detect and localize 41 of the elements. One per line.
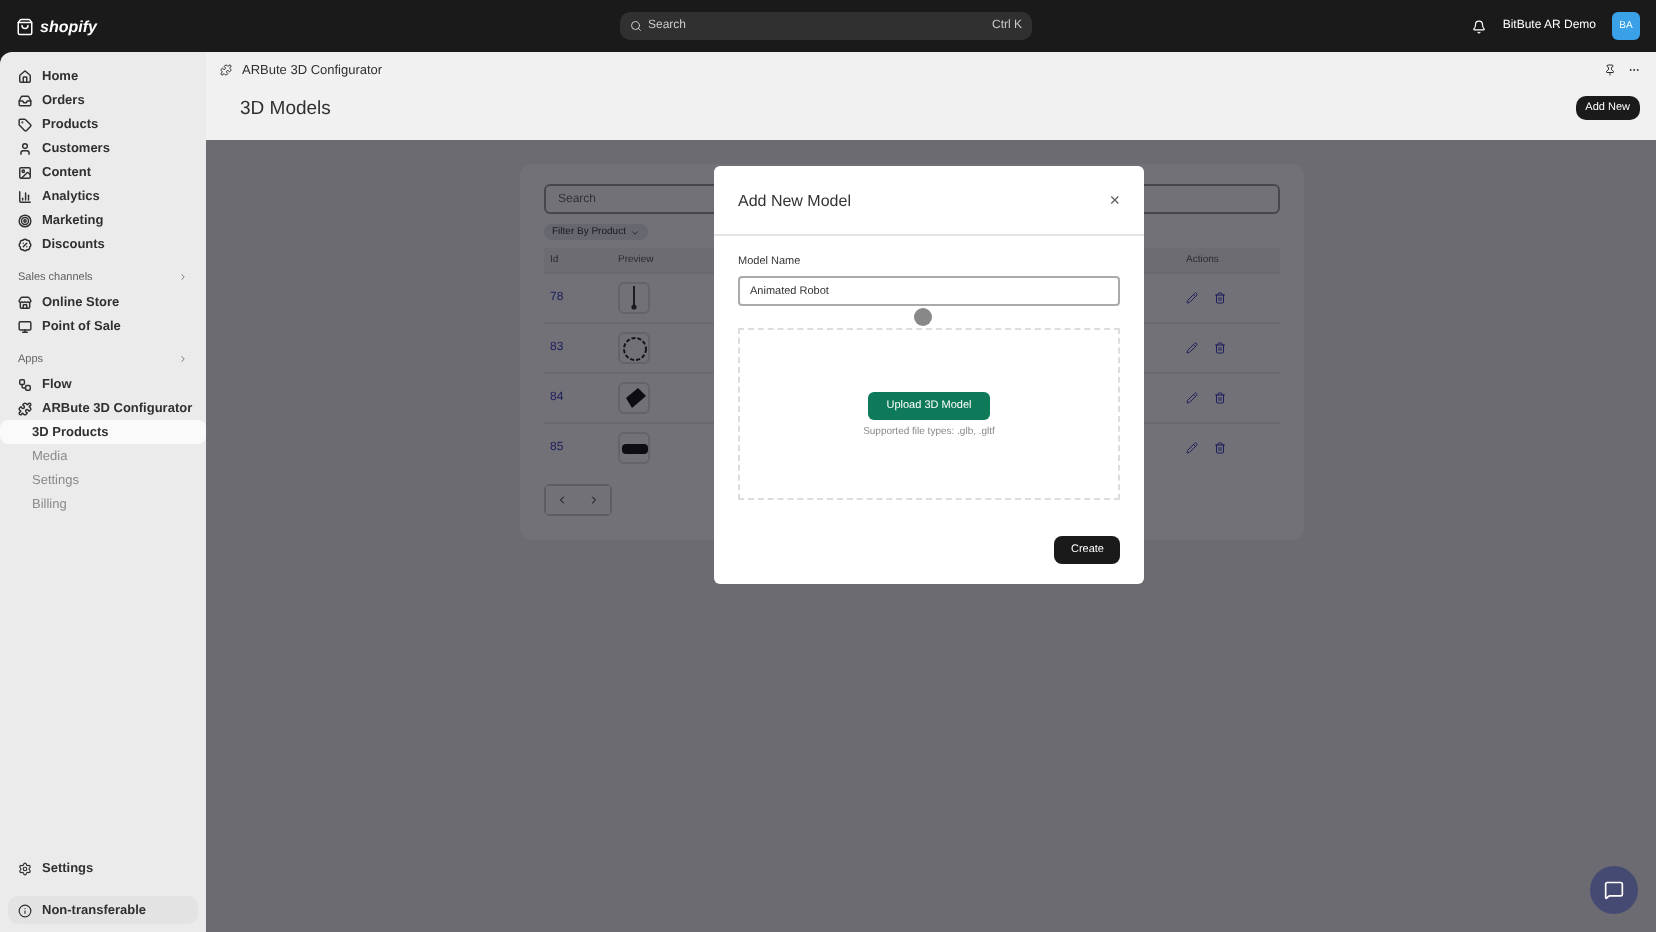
inbox-icon	[18, 93, 32, 107]
bar-icon	[621, 443, 647, 453]
delete-icon[interactable]	[1214, 392, 1226, 404]
app-icon	[220, 64, 232, 76]
delete-icon[interactable]	[1214, 292, 1226, 304]
workflow-icon	[18, 377, 32, 391]
search-icon	[630, 20, 642, 32]
home-icon	[18, 69, 32, 83]
close-button[interactable]: ×	[1109, 190, 1120, 210]
edit-icon[interactable]	[1186, 442, 1198, 454]
tag-icon	[18, 117, 32, 131]
store-icon	[18, 295, 32, 309]
settings-icon	[18, 861, 32, 875]
dialog-title: Add New Model	[738, 191, 851, 209]
puzzle-icon	[18, 401, 32, 415]
delete-icon[interactable]	[1214, 342, 1226, 354]
shopping-bag-icon	[16, 17, 34, 35]
target-icon	[18, 213, 32, 227]
bell-icon[interactable]	[1472, 19, 1487, 33]
page-title: 3D Models	[240, 97, 331, 119]
chat-button[interactable]	[1590, 866, 1638, 914]
chevron-down-icon	[629, 227, 640, 237]
logo[interactable]: shopify	[40, 17, 97, 35]
edit-icon[interactable]	[1186, 342, 1198, 354]
bar-chart-icon	[18, 189, 32, 203]
monitor-icon	[18, 319, 32, 333]
image-icon	[18, 165, 32, 179]
block-icon	[623, 388, 645, 408]
pin-icon[interactable]	[1604, 64, 1616, 76]
chevron-left-icon	[556, 494, 568, 506]
chevron-right-icon	[588, 494, 600, 506]
chat-icon	[1604, 880, 1624, 900]
delete-icon[interactable]	[1214, 442, 1226, 454]
edit-icon[interactable]	[1186, 392, 1198, 404]
chevron-icon[interactable]	[178, 272, 188, 282]
person-icon	[18, 141, 32, 155]
chevron-icon[interactable]	[178, 354, 188, 364]
edit-icon[interactable]	[1186, 292, 1198, 304]
info-icon	[18, 903, 32, 917]
stick-icon	[630, 286, 638, 310]
percent-badge-icon	[18, 237, 32, 251]
